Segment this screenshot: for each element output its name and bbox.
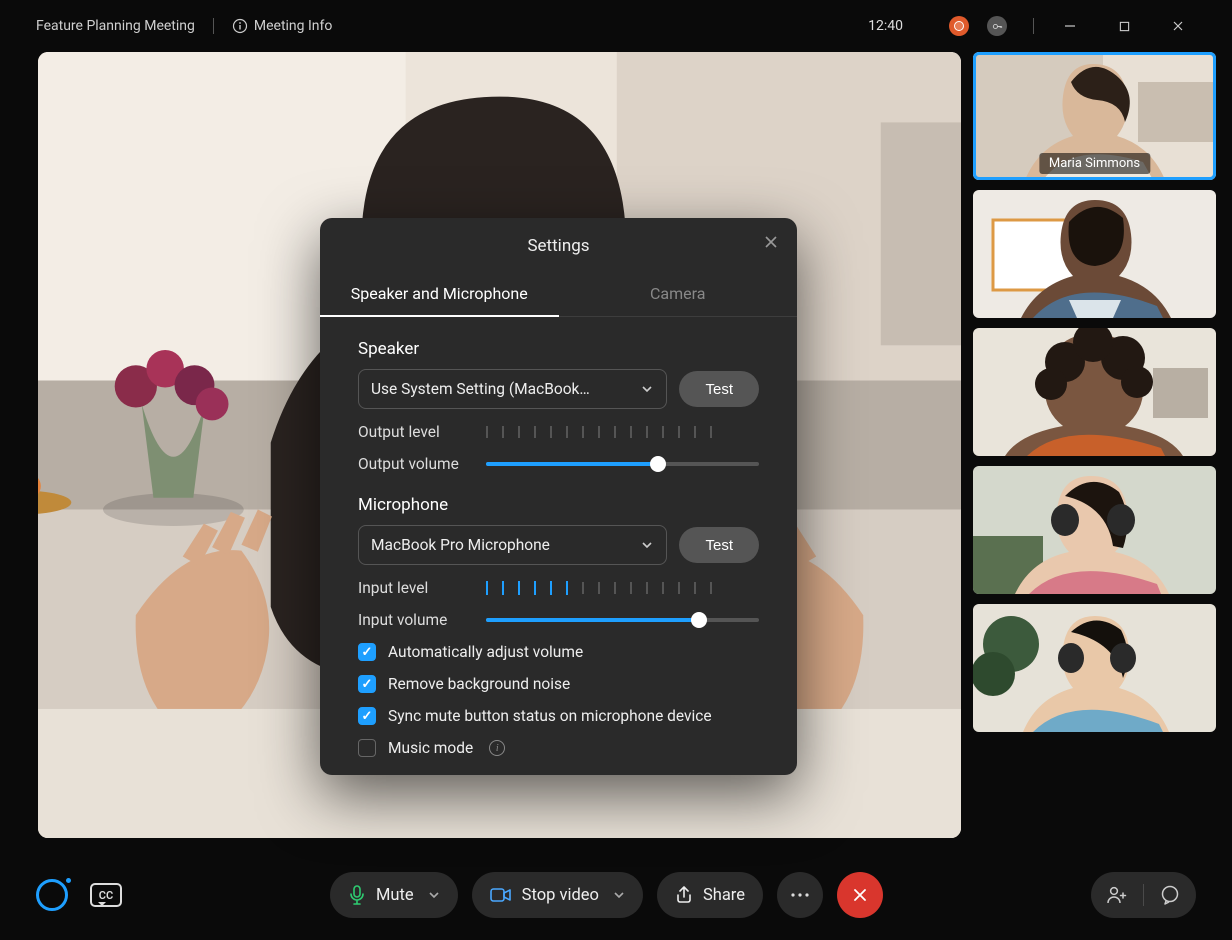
meeting-info-button[interactable]: Meeting Info [232,18,333,34]
ai-companion-button[interactable] [36,879,68,911]
share-button[interactable]: Share [657,872,763,918]
speaker-device-value: Use System Setting (MacBook… [371,380,590,398]
meeting-title: Feature Planning Meeting [36,18,195,34]
tab-camera[interactable]: Camera [559,272,798,316]
output-level-label: Output level [358,423,486,441]
share-label: Share [703,886,745,905]
music-mode-checkbox[interactable]: Music mode i [358,739,759,757]
window-minimize-button[interactable] [1052,10,1088,42]
people-icon [1106,885,1128,905]
window-maximize-button[interactable] [1106,10,1142,42]
close-icon [764,235,778,249]
info-icon[interactable]: i [489,740,505,756]
input-volume-label: Input volume [358,611,486,629]
divider [213,18,214,34]
participant-thumb[interactable] [973,328,1216,456]
speaker-test-button[interactable]: Test [679,371,759,407]
participant-thumb[interactable] [973,466,1216,594]
input-level-meter [486,581,759,595]
chevron-down-icon [640,382,654,396]
window-close-button[interactable] [1160,10,1196,42]
captions-button[interactable]: CC [90,883,122,907]
microphone-device-select[interactable]: MacBook Pro Microphone [358,525,667,565]
chevron-down-icon[interactable] [613,889,625,901]
participants-button[interactable] [1091,872,1143,918]
output-volume-slider[interactable] [486,462,759,466]
input-volume-slider[interactable] [486,618,759,622]
checkbox-icon [358,675,376,693]
microphone-section-label: Microphone [358,495,759,515]
tab-speaker-mic[interactable]: Speaker and Microphone [320,272,559,317]
output-level-meter [486,426,759,438]
settings-modal: Settings Speaker and Microphone Camera S… [320,218,797,775]
info-icon [232,18,248,34]
remove-noise-checkbox[interactable]: Remove background noise [358,675,759,693]
auto-adjust-checkbox[interactable]: Automatically adjust volume [358,643,759,661]
checkbox-icon [358,643,376,661]
encryption-badge[interactable] [987,16,1007,36]
settings-close-button[interactable] [761,232,781,252]
recording-indicator[interactable] [949,16,969,36]
auto-adjust-label: Automatically adjust volume [388,643,583,661]
share-icon [675,886,693,904]
stop-video-button[interactable]: Stop video [472,872,643,918]
participant-thumb[interactable] [973,190,1216,318]
key-icon [992,21,1003,32]
meeting-duration: 12:40 [868,18,903,34]
mute-button[interactable]: Mute [330,872,458,918]
music-mode-label: Music mode [388,739,473,757]
speaker-device-select[interactable]: Use System Setting (MacBook… [358,369,667,409]
divider [1033,18,1034,34]
chat-icon [1160,885,1180,905]
participant-list: Maria Simmons [973,52,1216,838]
microphone-icon [348,885,366,905]
checkbox-icon [358,707,376,725]
sync-mute-label: Sync mute button status on microphone de… [388,707,712,725]
chevron-down-icon [640,538,654,552]
sync-mute-checkbox[interactable]: Sync mute button status on microphone de… [358,707,759,725]
leave-button[interactable] [837,872,883,918]
input-level-label: Input level [358,579,486,597]
ellipsis-icon [790,892,810,898]
video-icon [490,887,512,903]
output-volume-label: Output volume [358,455,486,473]
stop-video-label: Stop video [522,886,599,905]
settings-title: Settings [320,236,797,256]
chevron-down-icon[interactable] [428,889,440,901]
chat-button[interactable] [1144,872,1196,918]
participant-name-badge: Maria Simmons [1039,153,1150,174]
participant-thumb[interactable]: Maria Simmons [973,52,1216,180]
checkbox-icon [358,739,376,757]
mute-label: Mute [376,886,414,905]
microphone-device-value: MacBook Pro Microphone [371,536,550,554]
more-button[interactable] [777,872,823,918]
remove-noise-label: Remove background noise [388,675,570,693]
microphone-test-button[interactable]: Test [679,527,759,563]
speaker-section-label: Speaker [358,339,759,359]
close-icon [852,887,868,903]
meeting-info-label: Meeting Info [254,18,333,34]
participant-thumb[interactable] [973,604,1216,732]
